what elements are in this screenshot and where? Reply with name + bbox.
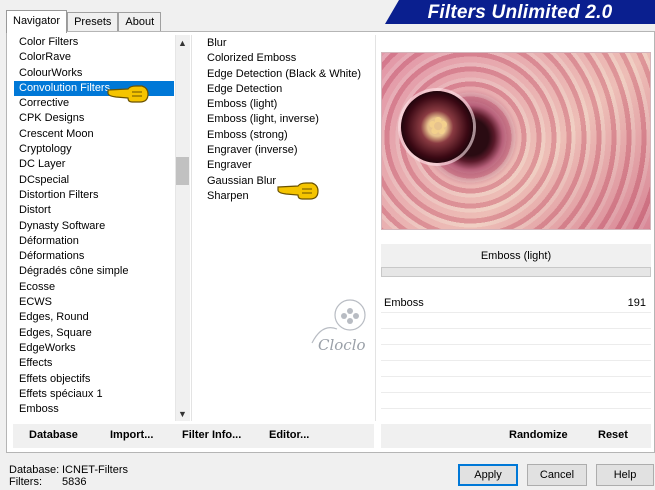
category-item[interactable]: Color Filters — [14, 35, 174, 50]
category-item[interactable]: Déformation — [14, 234, 174, 249]
status-database-label: Database: — [9, 464, 60, 476]
category-item[interactable]: Cryptology — [14, 142, 174, 157]
filter-info-button[interactable]: Filter Info... — [182, 429, 241, 441]
filter-item[interactable]: Edge Detection — [202, 82, 374, 97]
reset-button[interactable]: Reset — [598, 429, 628, 441]
filter-item[interactable]: Blur — [202, 36, 374, 51]
status-database-value: ICNET-Filters — [62, 464, 128, 476]
filter-item[interactable]: Emboss (strong) — [202, 128, 374, 143]
parameter-label: Emboss — [384, 297, 424, 309]
filter-list[interactable]: Blur Colorized Emboss Edge Detection (Bl… — [202, 36, 374, 420]
cancel-button[interactable]: Cancel — [527, 464, 587, 486]
category-item[interactable]: Corrective — [14, 96, 174, 111]
category-item[interactable]: ColourWorks — [14, 66, 174, 81]
category-item[interactable]: Dégradés cône simple — [14, 264, 174, 279]
category-item[interactable]: ColorRave — [14, 50, 174, 65]
preview-flower-icon: ✿ — [427, 113, 449, 140]
tab-navigator[interactable]: Navigator — [6, 10, 68, 33]
tab-presets[interactable]: Presets — [67, 12, 119, 32]
filter-item[interactable]: Engraver (inverse) — [202, 143, 374, 158]
selected-filter-name: Emboss (light) — [381, 244, 651, 268]
pointing-hand-icon — [277, 182, 319, 200]
category-item[interactable]: Edges, Round — [14, 310, 174, 325]
randomize-button[interactable]: Randomize — [509, 429, 568, 441]
tab-bar: Navigator Presets About — [6, 10, 162, 33]
database-button[interactable]: Database — [29, 429, 78, 441]
category-item[interactable]: EdgeWorks — [14, 341, 174, 356]
category-item[interactable]: Distortion Filters — [14, 188, 174, 203]
import-button[interactable]: Import... — [110, 429, 153, 441]
help-button[interactable]: Help — [596, 464, 654, 486]
list-divider — [191, 35, 192, 421]
category-list[interactable]: Color Filters ColorRave ColourWorks Conv… — [14, 35, 174, 420]
filter-item[interactable]: Emboss (light) — [202, 97, 374, 112]
category-item[interactable]: DC Layer — [14, 157, 174, 172]
category-item[interactable]: Effets spéciaux 1 — [14, 387, 174, 402]
category-item-selected[interactable]: Convolution Filters — [14, 80, 174, 97]
pointing-hand-icon — [107, 85, 149, 103]
category-item[interactable]: Effects — [14, 356, 174, 371]
category-item[interactable]: ECWS — [14, 295, 174, 310]
category-item[interactable]: Emboss — [14, 402, 174, 417]
parameter-value[interactable]: 191 — [600, 297, 646, 309]
category-item[interactable]: Ecosse — [14, 280, 174, 295]
category-item[interactable]: Effets objectifs — [14, 372, 174, 387]
filter-item[interactable]: Engraver — [202, 158, 374, 173]
list-divider — [375, 35, 376, 421]
status-filters-value: 5836 — [62, 476, 87, 488]
category-item[interactable]: CPK Designs — [14, 111, 174, 126]
status-filters-label: Filters: — [9, 476, 42, 488]
filter-item[interactable]: Edge Detection (Black & White) — [202, 67, 374, 82]
category-scrollbar[interactable] — [175, 35, 190, 421]
chevron-up-icon[interactable]: ▲ — [175, 36, 190, 51]
editor-button[interactable]: Editor... — [269, 429, 309, 441]
parameter-slider-track[interactable] — [381, 267, 651, 277]
category-item[interactable]: DCspecial — [14, 173, 174, 188]
tab-about[interactable]: About — [118, 12, 162, 32]
category-item[interactable]: Déformations — [14, 249, 174, 264]
signature-text: Cloclo — [318, 336, 366, 354]
filter-item[interactable]: Colorized Emboss — [202, 51, 374, 66]
scrollbar-thumb[interactable] — [176, 157, 189, 185]
filter-item[interactable]: Emboss (light, inverse) — [202, 112, 374, 127]
chevron-down-icon[interactable]: ▼ — [175, 407, 190, 422]
category-item[interactable]: Crescent Moon — [14, 127, 174, 142]
category-item[interactable]: Distort — [14, 203, 174, 218]
apply-button[interactable]: Apply — [458, 464, 518, 486]
app-title: Filters Unlimited 2.0 — [427, 2, 613, 23]
category-item[interactable]: Edges, Square — [14, 326, 174, 341]
category-item[interactable]: Dynasty Software — [14, 219, 174, 234]
